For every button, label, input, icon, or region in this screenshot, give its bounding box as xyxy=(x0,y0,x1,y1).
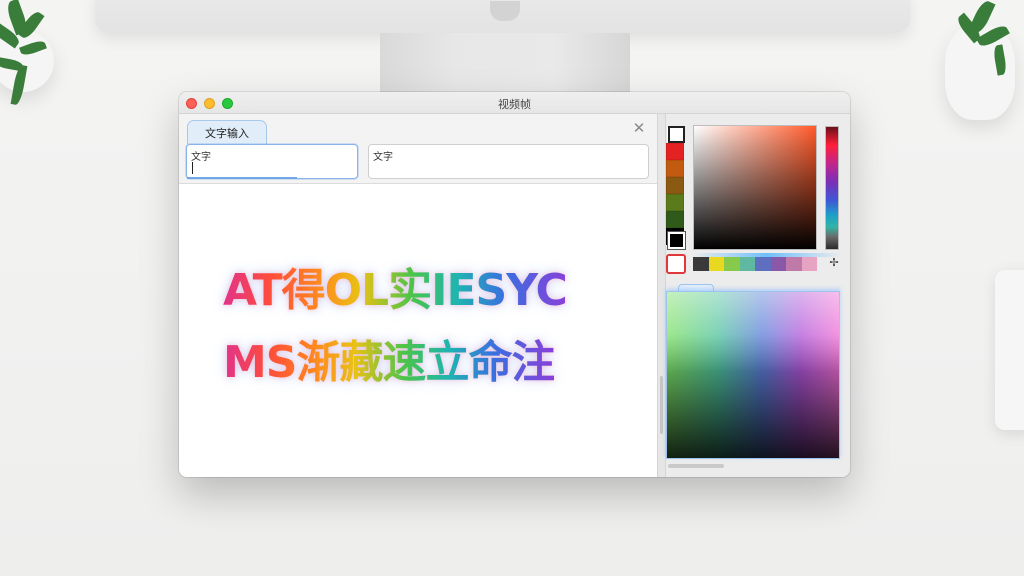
apple-logo xyxy=(487,0,523,22)
app-window: 视频帧 文字输入 ✕ 文字 文字 AT得OL实IESYC MS渐藏速立命注 ✢ xyxy=(179,92,850,477)
hue-slider[interactable] xyxy=(825,126,839,250)
tab-text-input[interactable]: 文字输入 xyxy=(187,120,267,144)
window-title: 视频帧 xyxy=(498,98,531,111)
palette-row xyxy=(693,257,817,271)
saturation-value-picker[interactable] xyxy=(693,125,817,250)
horizontal-scrollbar[interactable] xyxy=(668,464,724,468)
text-editor-panel: 文字输入 ✕ 文字 文字 AT得OL实IESYC MS渐藏速立命注 xyxy=(179,114,657,477)
titlebar: 视频帧 xyxy=(179,92,850,114)
text-input-header: 文字输入 ✕ 文字 文字 xyxy=(179,114,657,184)
panel-splitter[interactable] xyxy=(657,114,666,477)
palette-swatch[interactable] xyxy=(739,257,755,271)
foreground-color-box[interactable] xyxy=(668,126,685,143)
spectrum-highlight xyxy=(667,292,839,372)
gradient-text-line-1[interactable]: AT得OL实IESYC xyxy=(223,254,568,318)
splitter-grip[interactable] xyxy=(660,376,663,434)
field-2-label: 文字 xyxy=(373,152,393,163)
monitor-stand xyxy=(380,33,630,97)
gradient-text-line-2[interactable]: MS渐藏速立命注 xyxy=(223,326,555,390)
color-picker-panel: ✢ xyxy=(666,114,850,477)
desk-object xyxy=(995,270,1024,430)
palette-swatch[interactable] xyxy=(786,257,802,271)
color-spectrum[interactable] xyxy=(666,291,840,459)
palette-swatch[interactable] xyxy=(755,257,771,271)
palette-swatch[interactable] xyxy=(693,257,709,271)
text-canvas[interactable]: AT得OL实IESYC MS渐藏速立命注 xyxy=(179,184,657,477)
current-color-button[interactable] xyxy=(666,254,686,274)
swatch[interactable] xyxy=(666,177,684,194)
palette-swatch[interactable] xyxy=(724,257,740,271)
palette-swatch[interactable] xyxy=(801,257,817,271)
plant-left xyxy=(0,0,75,130)
swatch[interactable] xyxy=(666,211,684,228)
text-field-2[interactable]: 文字 xyxy=(368,144,649,179)
background-color-box[interactable] xyxy=(668,232,685,249)
palette-swatch[interactable] xyxy=(708,257,724,271)
swatch[interactable] xyxy=(666,160,684,177)
field-1-label: 文字 xyxy=(191,152,211,163)
close-icon[interactable]: ✕ xyxy=(632,121,646,136)
swatch[interactable] xyxy=(666,194,684,211)
field-focus-underline xyxy=(187,177,297,179)
plant-right xyxy=(945,0,1024,135)
swatch[interactable] xyxy=(666,143,684,160)
text-caret xyxy=(192,162,193,174)
text-field-1[interactable]: 文字 xyxy=(186,144,358,179)
eyedropper-icon[interactable]: ✢ xyxy=(827,256,841,270)
palette-swatch[interactable] xyxy=(770,257,786,271)
